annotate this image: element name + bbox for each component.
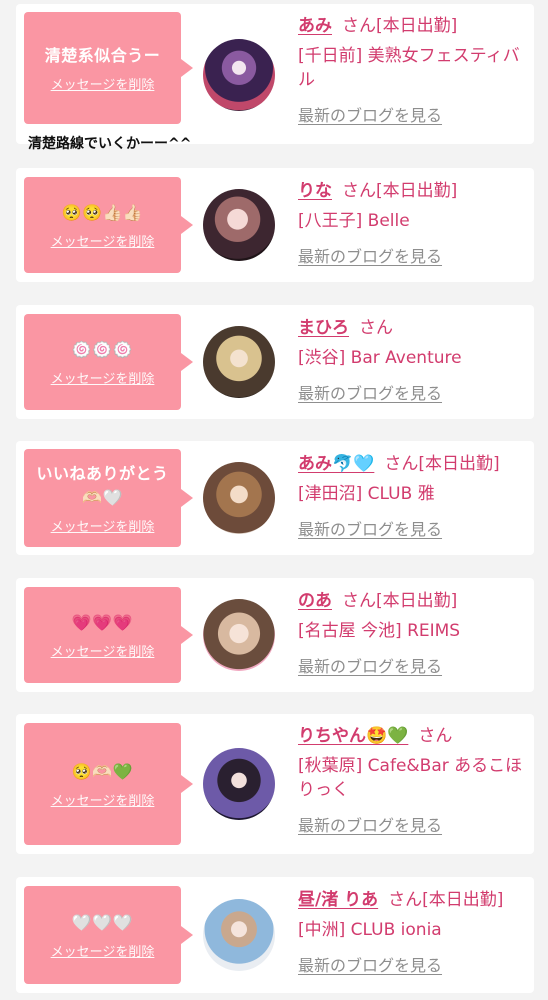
shop-name: [八王子] Belle [298,211,410,231]
cast-name-link[interactable]: りな [298,181,332,201]
cast-info: 昼/渚 りあ さん[本日出勤] [中洲] CLUB ionia 最新のブログを見る [298,888,530,978]
name-line: あみ🐬🩵 さん[本日出勤] [298,452,530,476]
cast-name-link[interactable]: のあ [298,591,332,611]
delete-message-link[interactable]: メッセージを削除 [51,790,155,809]
cast-name-link[interactable]: 昼/渚 りあ [298,890,378,910]
cast-info: あみ🐬🩵 さん[本日出勤] [津田沼] CLUB 雅 最新のブログを見る [298,452,530,542]
shop-name: [秋葉原] Cafe&Bar あるこほりっく [298,756,523,800]
name-line: あみ さん[本日出勤] [298,14,530,38]
message-card: 🥺🥺👍🏻👍🏻 メッセージを削除 りな さん[本日出勤] [八王子] Belle 最… [16,168,534,282]
message-bubble: いいねありがとう🫶🏻🤍 メッセージを削除 [24,449,193,547]
cast-info: のあ さん[本日出勤] [名古屋 今池] REIMS 最新のブログを見る [298,589,530,679]
delete-message-link[interactable]: メッセージを削除 [51,641,155,660]
avatar[interactable] [203,748,275,820]
cast-suffix: さん[本日出勤] [384,454,500,474]
message-text: 🍥🍥🍥 [71,339,134,359]
delete-message-link[interactable]: メッセージを削除 [51,368,155,387]
shop-name: [渋谷] Bar Aventure [298,348,462,368]
shop-name: [津田沼] CLUB 雅 [298,484,435,504]
view-blog-link[interactable]: 最新のブログを見る [298,814,530,838]
delete-message-link[interactable]: メッセージを削除 [51,74,155,93]
avatar[interactable] [203,899,275,971]
delete-message-link[interactable]: メッセージを削除 [51,941,155,960]
message-card: いいねありがとう🫶🏻🤍 メッセージを削除 あみ🐬🩵 さん[本日出勤] [津田沼] … [16,441,534,555]
message-card: 💗💗💗 メッセージを削除 のあ さん[本日出勤] [名古屋 今池] REIMS 最… [16,578,534,692]
cast-info: あみ さん[本日出勤] [千日前] 美熟女フェスティバル 最新のブログを見る [298,14,530,128]
name-line: のあ さん[本日出勤] [298,589,530,613]
avatar[interactable] [203,599,275,671]
shop-name: [中洲] CLUB ionia [298,920,442,940]
view-blog-link[interactable]: 最新のブログを見る [298,245,530,269]
message-card: 🍥🍥🍥 メッセージを削除 まひろ さん [渋谷] Bar Aventure 最新の… [16,305,534,419]
view-blog-link[interactable]: 最新のブログを見る [298,518,530,542]
message-bubble: 🤍🤍🤍 メッセージを削除 [24,886,193,984]
cast-suffix: さん [418,726,453,746]
cast-suffix: さん[本日出勤] [388,890,504,910]
cast-name-link[interactable]: あみ [298,16,332,36]
delete-message-link[interactable]: メッセージを削除 [51,231,155,250]
cast-name-link[interactable]: あみ🐬🩵 [298,454,374,474]
cast-name-link[interactable]: まひろ [298,318,349,338]
cast-suffix: さん [359,318,393,338]
message-card: 🥺🫶🏻💚 メッセージを削除 りちやん🤩💚 さん [秋葉原] Cafe&Bar ある… [16,714,534,854]
cast-name-link[interactable]: りちやん🤩💚 [298,726,408,746]
shop-name: [名古屋 今池] REIMS [298,621,461,641]
cast-info: りな さん[本日出勤] [八王子] Belle 最新のブログを見る [298,179,530,269]
view-blog-link[interactable]: 最新のブログを見る [298,104,530,128]
message-bubble: 清楚系似合うー メッセージを削除 [24,12,193,124]
delete-message-link[interactable]: メッセージを削除 [51,516,155,535]
message-bubble: 🥺🫶🏻💚 メッセージを削除 [24,723,193,845]
message-text: 💗💗💗 [71,612,134,632]
cast-suffix: さん[本日出勤] [342,591,458,611]
message-text: 清楚系似合うー [44,45,161,65]
avatar[interactable] [203,326,275,398]
message-text: 🤍🤍🤍 [71,912,134,932]
message-bubble: 🥺🥺👍🏻👍🏻 メッセージを削除 [24,177,193,273]
message-card: 清楚系似合うー メッセージを削除 あみ さん[本日出勤] [千日前] 美熟女フェス… [16,4,534,152]
name-line: まひろ さん [298,316,530,340]
name-line: りな さん[本日出勤] [298,179,530,203]
view-blog-link[interactable]: 最新のブログを見る [298,954,530,978]
avatar[interactable] [203,189,275,261]
cast-suffix: さん[本日出勤] [342,181,458,201]
message-text: 🥺🥺👍🏻👍🏻 [61,202,144,222]
message-list: 清楚系似合うー メッセージを削除 あみ さん[本日出勤] [千日前] 美熟女フェス… [0,0,548,1000]
name-line: りちやん🤩💚 さん [298,724,530,748]
avatar[interactable] [203,462,275,534]
view-blog-link[interactable]: 最新のブログを見る [298,382,530,406]
message-bubble: 💗💗💗 メッセージを削除 [24,587,193,683]
message-bubble: 🍥🍥🍥 メッセージを削除 [24,314,193,410]
message-text: いいねありがとう🫶🏻🤍 [36,463,169,507]
view-blog-link[interactable]: 最新のブログを見る [298,655,530,679]
sticker-text: 清楚路線でいくかーー^^ [28,136,192,152]
message-card: 🤍🤍🤍 メッセージを削除 昼/渚 りあ さん[本日出勤] [中洲] CLUB io… [16,877,534,993]
cast-info: まひろ さん [渋谷] Bar Aventure 最新のブログを見る [298,316,530,406]
shop-name: [千日前] 美熟女フェスティバル [298,46,520,90]
message-text: 🥺🫶🏻💚 [71,761,134,781]
cast-info: りちやん🤩💚 さん [秋葉原] Cafe&Bar あるこほりっく 最新のブログを見… [298,724,530,838]
avatar[interactable] [203,39,275,111]
name-line: 昼/渚 りあ さん[本日出勤] [298,888,530,912]
cast-suffix: さん[本日出勤] [342,16,458,36]
